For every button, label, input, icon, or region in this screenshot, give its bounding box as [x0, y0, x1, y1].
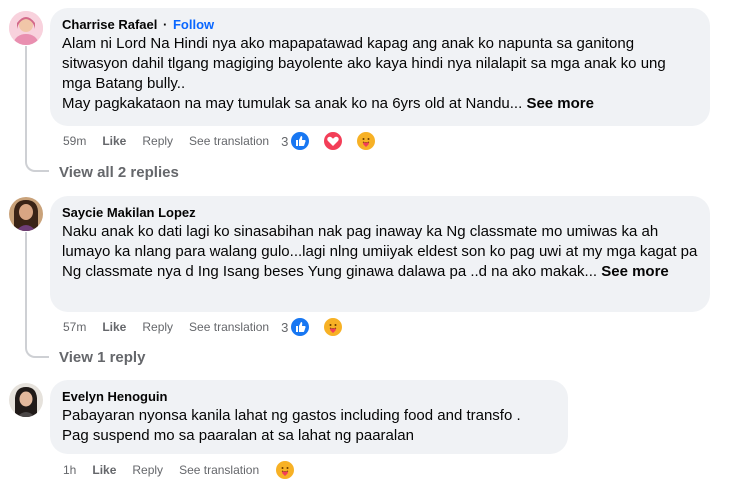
see-translation-link[interactable]: See translation: [189, 134, 269, 148]
like-button[interactable]: Like: [92, 463, 116, 477]
comment-author[interactable]: Charrise Rafael: [62, 17, 157, 32]
reply-button[interactable]: Reply: [142, 134, 173, 148]
comment-actions: 1h Like Reply See translation: [63, 460, 311, 480]
care-reaction-icon: [323, 317, 344, 337]
care-reaction-icon: [356, 131, 377, 151]
comment-timestamp[interactable]: 59m: [63, 134, 86, 148]
avatar[interactable]: [9, 383, 43, 417]
comment-text-paragraph-1: Alam ni Lord Na Hindi nya ako mapapatawa…: [62, 35, 666, 92]
see-more-link[interactable]: See more: [526, 95, 594, 112]
comment-bubble: Evelyn Henoguin Pabayaran nyonsa kanila …: [50, 380, 568, 454]
reaction-summary[interactable]: [275, 460, 311, 480]
like-reaction-icon: [290, 317, 311, 337]
reply-thread-line: [25, 46, 49, 172]
comment-author[interactable]: Evelyn Henoguin: [62, 388, 556, 405]
comment-text-paragraph-2: Pag suspend mo sa paaralan at sa lahat n…: [62, 427, 414, 444]
comment-bubble: Charrise Rafael · Follow Alam ni Lord Na…: [50, 8, 710, 126]
follow-button[interactable]: Follow: [173, 17, 214, 32]
comment-text-paragraph-2: May pagkakataon na may tumulak sa anak k…: [62, 95, 523, 112]
reply-button[interactable]: Reply: [132, 463, 163, 477]
love-reaction-icon: [323, 131, 344, 151]
reaction-count: 3: [281, 133, 289, 149]
comment-timestamp[interactable]: 1h: [63, 463, 76, 477]
reaction-summary[interactable]: 3: [281, 131, 392, 151]
see-more-link[interactable]: See more: [601, 263, 669, 280]
reply-thread-line: [25, 232, 49, 358]
reaction-count: 3: [281, 319, 289, 335]
comment-author[interactable]: Saycie Makilan Lopez: [62, 204, 698, 221]
view-replies-link[interactable]: View 1 reply: [59, 349, 145, 366]
like-reaction-icon: [290, 131, 311, 151]
see-translation-link[interactable]: See translation: [189, 320, 269, 334]
comment-actions: 59m Like Reply See translation 3: [63, 131, 392, 151]
comment-timestamp[interactable]: 57m: [63, 320, 86, 334]
avatar[interactable]: [9, 197, 43, 231]
comment-actions: 57m Like Reply See translation 3: [63, 317, 359, 337]
care-reaction-icon: [275, 460, 296, 480]
comment-text-paragraph-1: Pabayaran nyonsa kanila lahat ng gastos …: [62, 407, 521, 424]
view-replies-link[interactable]: View all 2 replies: [59, 164, 179, 181]
comment-text: Alam ni Lord Na Hindi nya ako mapapatawa…: [62, 34, 698, 114]
comment-bubble: Saycie Makilan Lopez Naku anak ko dati l…: [50, 196, 710, 312]
like-button[interactable]: Like: [102, 320, 126, 334]
reaction-summary[interactable]: 3: [281, 317, 359, 337]
comment-text: Pabayaran nyonsa kanila lahat ng gastos …: [62, 406, 556, 446]
see-translation-link[interactable]: See translation: [179, 463, 259, 477]
comment-text: Naku anak ko dati lagi ko sinasabihan na…: [62, 222, 698, 282]
separator-dot: ·: [163, 17, 168, 32]
reply-button[interactable]: Reply: [142, 320, 173, 334]
like-button[interactable]: Like: [102, 134, 126, 148]
avatar[interactable]: [9, 11, 43, 45]
